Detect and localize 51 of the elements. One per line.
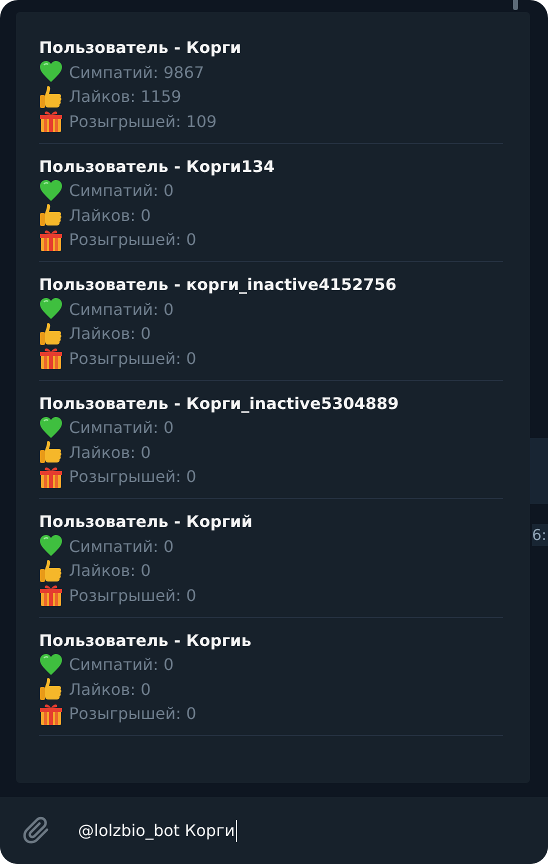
- stat-text: Симпатий: 0: [69, 418, 174, 438]
- gift-icon: [39, 109, 63, 134]
- stat-text: Розыгрышей: 0: [69, 467, 196, 486]
- stat-text: Симпатий: 0: [69, 655, 174, 674]
- stat-text: Розыгрышей: 109: [69, 112, 217, 131]
- gift-icon: [39, 228, 63, 252]
- stat-text: Лайков: 1159: [69, 87, 182, 106]
- message-time: 6:: [532, 524, 548, 546]
- result-title: Пользователь - корги_inactive4152756: [39, 274, 398, 296]
- stat-text: Симпатий: 0: [69, 536, 174, 556]
- thumbs-up-icon: [39, 84, 63, 109]
- result-item[interactable]: Пользователь - Коргий Симпатий: 0 Лайков: 0 Розыгрышей: 0: [39, 510, 503, 618]
- stat-text: Лайков: 0: [69, 561, 151, 580]
- stat-text: Лайков: 0: [69, 324, 151, 344]
- stat-text: Симпатий: 0: [69, 300, 174, 319]
- thumbs-up-icon: [39, 440, 63, 464]
- gift-icon: [39, 464, 63, 489]
- heart-icon: [39, 297, 63, 322]
- thumbs-up-icon: [39, 203, 63, 228]
- heart-icon: [39, 60, 63, 84]
- result-item[interactable]: Пользователь - Коргиь Симпатий: 0 Лайков: 0 Розыгрышей: 0: [39, 628, 503, 736]
- heart-icon: [39, 416, 63, 440]
- result-title: Пользователь - Коргий: [39, 511, 254, 533]
- stat-text: Лайков: 0: [69, 206, 151, 225]
- stat-text: Розыгрышей: 0: [69, 230, 196, 250]
- thumbs-up-icon: [39, 677, 63, 702]
- stat-text: Лайков: 0: [69, 442, 151, 462]
- heart-icon: [39, 652, 63, 677]
- scrollbar: [513, 0, 518, 10]
- stat-text: Розыгрышей: 0: [69, 348, 196, 368]
- result-title: Пользователь - Корги_inactive5304889: [39, 392, 400, 415]
- stat-text: Симпатий: 0: [69, 181, 174, 200]
- stat-text: Розыгрышей: 0: [69, 704, 196, 724]
- thumbs-up-icon: [39, 558, 63, 583]
- gift-icon: [39, 583, 63, 608]
- stat-text: Лайков: 0: [69, 680, 151, 699]
- result-title: Пользователь - Коргиь: [39, 630, 252, 652]
- result-title: Пользователь - Корги: [39, 37, 242, 59]
- gift-icon: [39, 346, 63, 370]
- stat-text: Симпатий: 9867: [69, 62, 204, 82]
- result-title: Пользователь - Корги134: [39, 156, 276, 178]
- message-input-field[interactable]: @lolzbio_bot Корги: [78, 820, 237, 842]
- result-item[interactable]: Пользователь - корги_inactive4152756 Симпатий: 0 Лайков: 0 Розыгрышей: 0: [39, 273, 503, 380]
- heart-icon: [39, 534, 63, 558]
- result-item[interactable]: Пользователь - Корги134 Симпатий: 0 Лайков: 0 Розыгрышей: 0: [39, 154, 503, 262]
- result-item[interactable]: Пользователь - Корги_inactive5304889 Симпатий: 0 Лайков: 0 Розыгрышей: 0: [39, 392, 503, 499]
- stat-text: Розыгрышей: 0: [69, 586, 196, 605]
- gift-icon: [39, 702, 63, 726]
- result-item[interactable]: Пользователь - Корги Симпатий: 9867 Лайков: 1159 Розыгрышей: 109: [39, 36, 503, 144]
- thumbs-up-icon: [39, 322, 63, 346]
- heart-icon: [39, 178, 63, 203]
